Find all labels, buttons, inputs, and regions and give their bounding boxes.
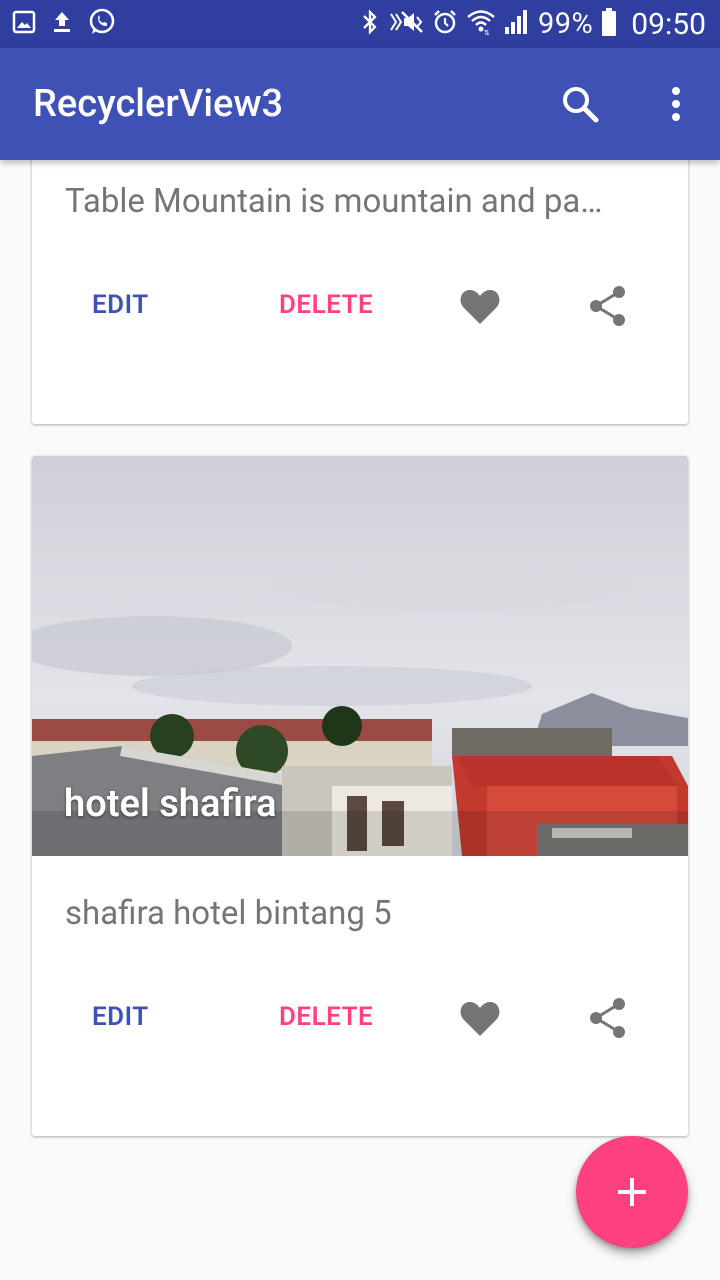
- status-right-icons: ⇅ 99% 09:50: [360, 7, 706, 42]
- heart-icon: [460, 289, 500, 324]
- gallery-icon: [12, 10, 36, 38]
- battery-icon: [601, 8, 617, 40]
- list-item-card: hotel shafira shafira hotel bintang 5 ED…: [32, 456, 688, 1136]
- status-left-icons: [12, 8, 116, 40]
- share-button[interactable]: [584, 282, 632, 330]
- share-icon: [590, 286, 625, 326]
- status-bar: ⇅ 99% 09:50: [0, 0, 720, 48]
- add-icon: [618, 1178, 646, 1206]
- heart-icon: [460, 1001, 500, 1036]
- list-item-card: Table Mountain is mountain and pa… EDIT …: [32, 160, 688, 424]
- upload-icon: [50, 10, 74, 38]
- battery-percent: 99%: [537, 7, 594, 41]
- search-icon: [563, 87, 599, 123]
- mute-icon: [388, 8, 424, 40]
- wifi-icon: ⇅: [466, 8, 496, 40]
- status-time: 09:50: [631, 6, 706, 42]
- edit-button[interactable]: EDIT: [92, 1002, 149, 1032]
- card-actions: EDIT DELETE: [32, 276, 688, 336]
- card-description: shafira hotel bintang 5: [65, 894, 392, 933]
- card-title: hotel shafira: [64, 782, 277, 826]
- delete-button[interactable]: DELETE: [279, 1002, 373, 1032]
- signal-icon: [504, 10, 530, 38]
- bluetooth-icon: [360, 8, 380, 40]
- card-actions: EDIT DELETE: [32, 988, 688, 1048]
- app-bar: RecyclerView3: [0, 48, 720, 160]
- card-description: Table Mountain is mountain and pa…: [65, 182, 603, 221]
- favorite-button[interactable]: [456, 282, 504, 330]
- svg-text:⇅: ⇅: [484, 29, 490, 36]
- edit-button[interactable]: EDIT: [92, 290, 149, 320]
- search-button[interactable]: [550, 74, 610, 134]
- favorite-button[interactable]: [456, 994, 504, 1042]
- more-vert-icon: [672, 87, 680, 121]
- whatsapp-icon: [88, 8, 116, 40]
- more-options-button[interactable]: [646, 74, 706, 134]
- share-button[interactable]: [584, 994, 632, 1042]
- alarm-icon: [432, 9, 458, 39]
- add-fab-button[interactable]: [576, 1136, 688, 1248]
- app-title: RecyclerView3: [33, 82, 284, 126]
- share-icon: [590, 998, 625, 1038]
- recycler-list[interactable]: Table Mountain is mountain and pa… EDIT …: [0, 160, 720, 1280]
- delete-button[interactable]: DELETE: [279, 290, 373, 320]
